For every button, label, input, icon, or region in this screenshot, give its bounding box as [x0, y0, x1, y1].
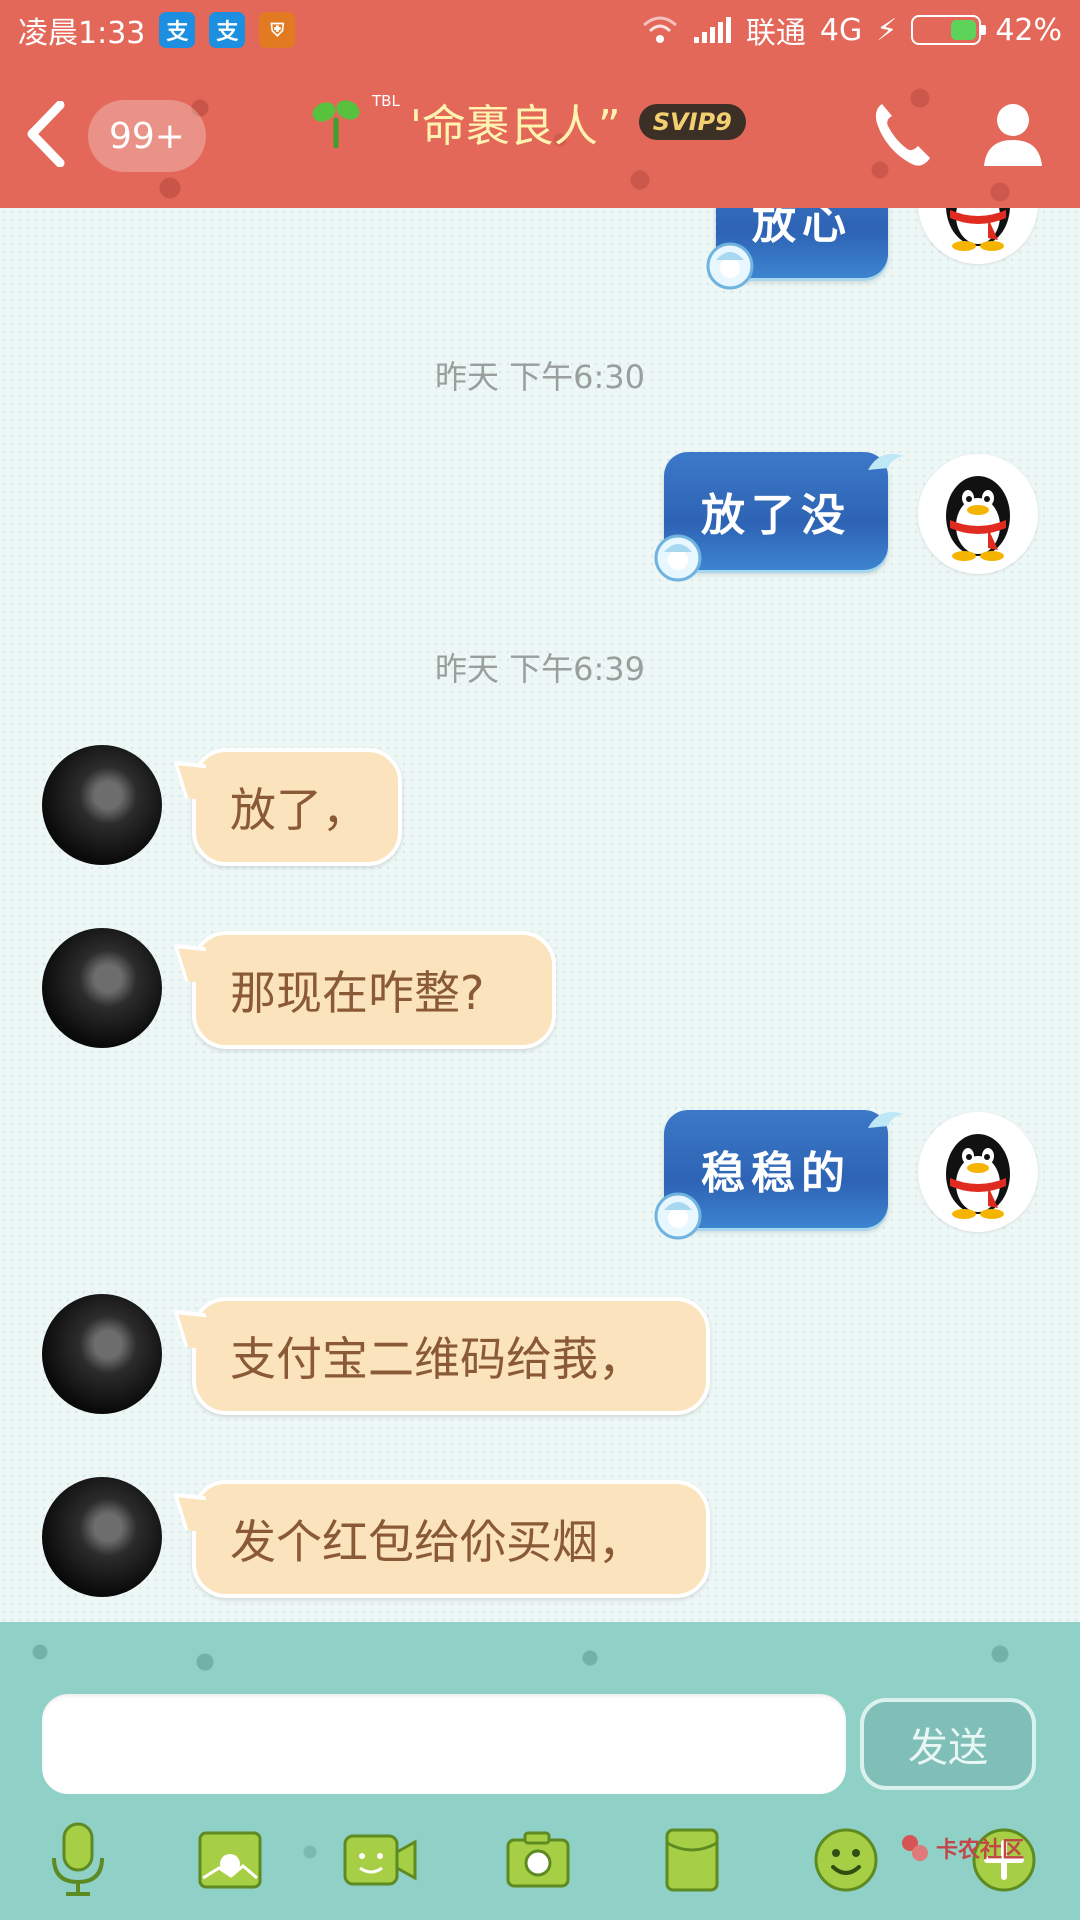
message-bubble-outgoing[interactable]: 放了没	[654, 452, 904, 582]
battery-fill	[951, 20, 977, 40]
message-text: 支付宝二维码给莪，	[230, 1332, 644, 1386]
timestamp: 昨天 下午6:30	[434, 358, 646, 396]
network-type: 4G	[819, 12, 863, 48]
message-bubble-outgoing[interactable]: 稳稳的	[654, 1110, 904, 1240]
chevron-left-icon	[27, 101, 65, 167]
signal-icon	[693, 17, 731, 43]
watermark-text: 卡农社区	[936, 1838, 1025, 1863]
my-avatar[interactable]	[918, 1112, 1038, 1232]
voice-button[interactable]	[40, 1822, 116, 1898]
message-bubble-incoming[interactable]: 那现在咋整?	[192, 931, 556, 1049]
chat-title-prefix: TBL	[372, 92, 400, 110]
contact-avatar[interactable]	[42, 1294, 162, 1414]
camera-button[interactable]	[500, 1822, 576, 1898]
my-avatar[interactable]	[918, 208, 1038, 264]
message-bubble-incoming[interactable]: 支付宝二维码给莪，	[192, 1297, 710, 1415]
timestamp: 昨天 下午6:39	[434, 650, 646, 688]
message-list[interactable]: 放心 昨天 下午6:30 放了没 昨天 下午6:39 放了， 那现在咋整? 稳稳…	[0, 208, 1080, 1622]
qq-penguin-avatar	[946, 208, 1010, 251]
qq-penguin-avatar	[946, 1134, 1010, 1219]
wave-decor-icon	[868, 453, 904, 470]
contact-avatar[interactable]	[42, 745, 162, 865]
status-time: 凌晨1:33	[18, 16, 146, 51]
sticker-girl-icon	[706, 242, 754, 290]
photo-icon	[198, 1831, 262, 1889]
carrier-name: 联通	[745, 16, 806, 51]
user-icon	[984, 104, 1042, 166]
message-text: 放了，	[230, 783, 368, 837]
chat-header: 99+ TBL '命裹良人” SVIP9	[0, 60, 1080, 208]
video-call-icon	[343, 1834, 417, 1886]
message-text: 稳稳的	[701, 1148, 851, 1199]
wave-decor-icon	[868, 1111, 904, 1128]
camera-icon	[506, 1831, 570, 1888]
microphone-icon	[52, 1822, 104, 1896]
video-call-button[interactable]	[342, 1822, 418, 1898]
red-packet-button[interactable]	[654, 1822, 730, 1898]
message-text: 放了没	[701, 490, 851, 541]
sprout-icon	[312, 100, 360, 148]
red-packet-icon	[665, 1828, 719, 1892]
emoji-button[interactable]	[808, 1822, 884, 1898]
send-button[interactable]: 发送	[860, 1698, 1036, 1790]
input-bar: 发送 卡农社区	[0, 1622, 1080, 1920]
message-bubble-incoming[interactable]: 放了，	[192, 748, 402, 866]
message-input[interactable]	[42, 1694, 846, 1794]
phone-icon	[875, 104, 930, 166]
sticker-girl-icon	[654, 1192, 702, 1240]
photo-button[interactable]	[192, 1822, 268, 1898]
message-bubble-incoming[interactable]: 发个红包给伱买烟，	[192, 1480, 710, 1598]
watermark-logo-icon	[902, 1835, 928, 1861]
wifi-icon	[642, 16, 677, 43]
unread-count-badge[interactable]: 99+	[88, 100, 206, 172]
back-button[interactable]	[18, 98, 74, 170]
message-bubble-outgoing[interactable]: 放心	[706, 208, 888, 290]
my-avatar[interactable]	[918, 454, 1038, 574]
shield-app-icon: ⛨	[259, 12, 296, 48]
emoji-icon	[814, 1828, 878, 1892]
status-bar: 凌晨1:33 支 支 ⛨ 联通 4G ⚡ 42%	[0, 0, 1080, 60]
alipay-icon: 支	[159, 12, 196, 48]
vip-badge: SVIP9	[638, 104, 746, 140]
qq-penguin-avatar	[946, 476, 1010, 561]
contact-avatar[interactable]	[42, 1477, 162, 1597]
chat-title: '命裹良人”	[409, 101, 621, 152]
sticker-girl-icon	[654, 534, 702, 582]
battery-percent: 42%	[995, 12, 1062, 48]
watermark: 卡农社区	[900, 1832, 1024, 1864]
battery-icon	[911, 15, 987, 45]
message-text: 发个红包给伱买烟，	[230, 1515, 644, 1569]
alipay-icon: 支	[209, 12, 246, 48]
charging-icon: ⚡	[876, 12, 898, 48]
chat-title-group[interactable]: TBL '命裹良人” SVIP9	[310, 82, 746, 162]
message-text: 放心	[752, 208, 852, 249]
call-button[interactable]	[868, 98, 934, 170]
contact-avatar[interactable]	[42, 928, 162, 1048]
profile-button[interactable]	[980, 98, 1046, 170]
message-text: 那现在咋整?	[230, 966, 485, 1020]
